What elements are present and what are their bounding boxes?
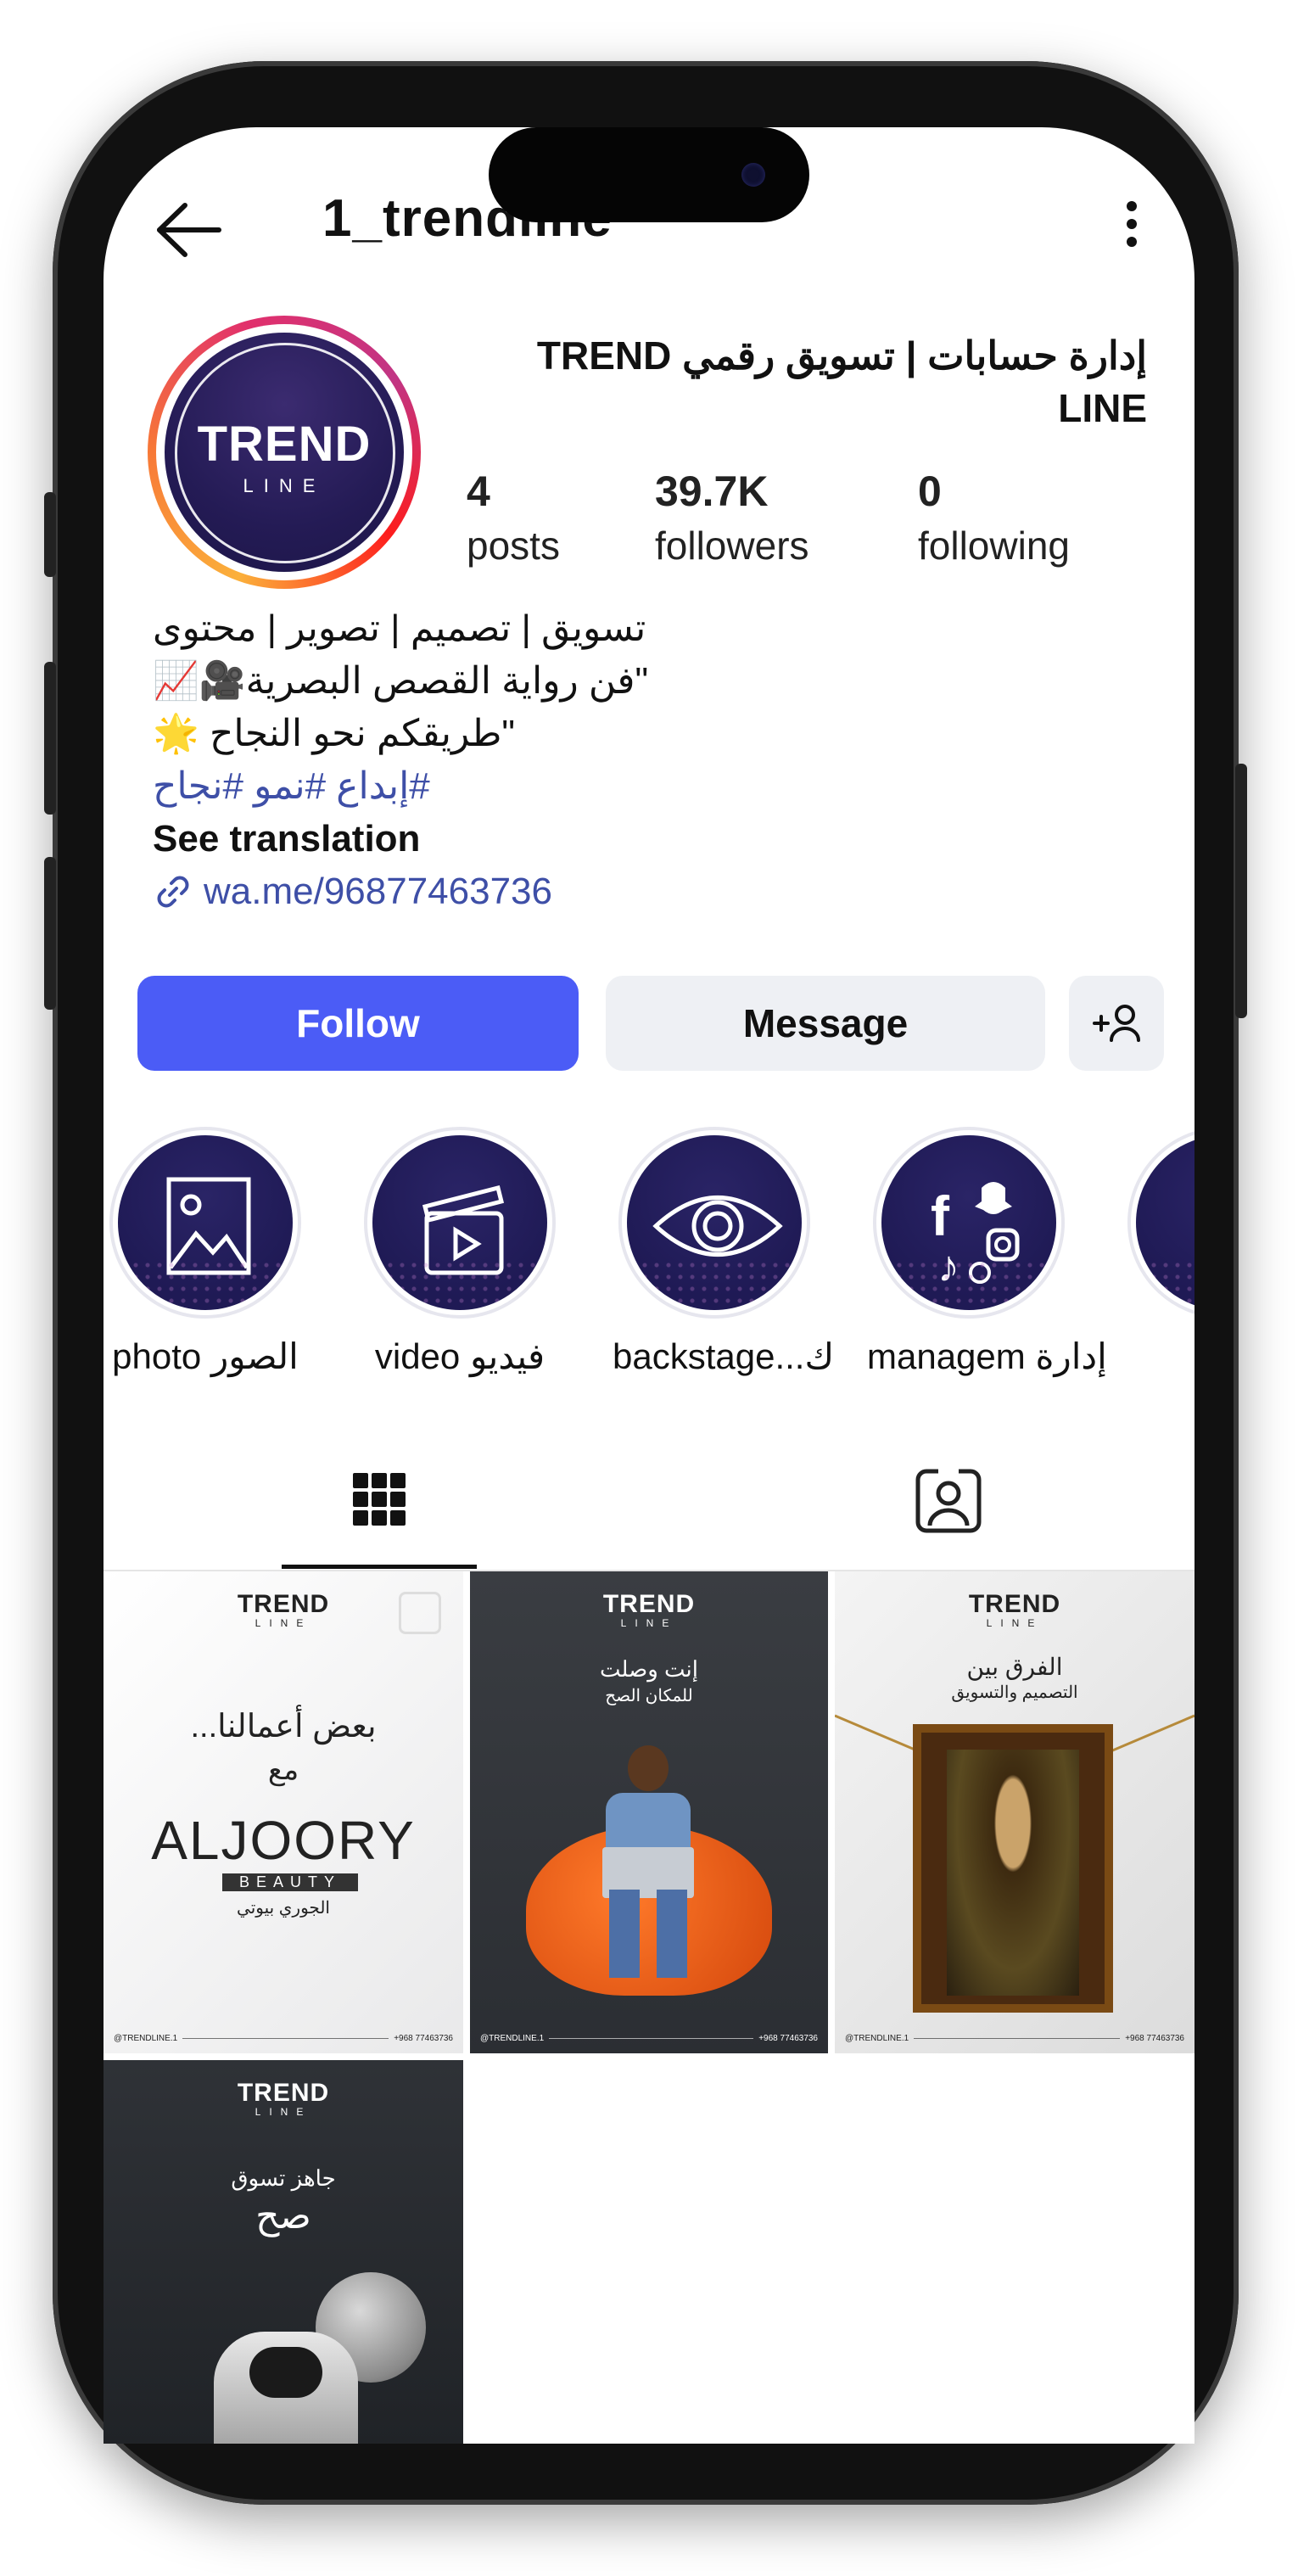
highlight-video[interactable]: video فيديو xyxy=(358,1127,562,1377)
post-footer: @TRENDLINE.1 +968 77463736 xyxy=(114,2034,453,2043)
message-button[interactable]: Message xyxy=(606,976,1045,1071)
side-button-volume-up xyxy=(44,662,56,815)
more-options-icon[interactable] xyxy=(1125,193,1139,261)
highlight-backstage[interactable]: backstage...ك xyxy=(613,1127,835,1377)
highlight-label: video فيديو xyxy=(374,1336,545,1376)
svg-text:f: f xyxy=(931,1184,950,1247)
post-brand: TREND xyxy=(237,2079,330,2107)
add-user-icon xyxy=(1093,1005,1140,1042)
highlight-label: managem إدارة xyxy=(867,1336,1107,1376)
profile-tabs xyxy=(104,1459,1194,1571)
painting-image xyxy=(913,1724,1113,2013)
person-figure xyxy=(597,1745,699,1983)
stat-followers[interactable]: 39.7K followers xyxy=(655,465,809,574)
add-user-button[interactable] xyxy=(1069,976,1164,1071)
highlight-icon xyxy=(1136,1135,1194,1310)
post-text: بعض أعمالنا... xyxy=(190,1709,377,1744)
post-tile[interactable]: TREND LINE إنت وصلت للمكان الصح @TRENDLI… xyxy=(470,1571,828,2053)
post-footer: @TRENDLINE.1 +968 77463736 xyxy=(845,2034,1184,2043)
post-text: صح xyxy=(255,2195,311,2237)
avatar-story-ring[interactable]: TREND LINE xyxy=(148,316,421,589)
highlight-management[interactable]: f ♪ managem إدارة xyxy=(867,1127,1107,1377)
post-footer-left: @TRENDLINE.1 xyxy=(114,2034,178,2043)
stat-posts-label: posts xyxy=(467,524,560,568)
highlight-label: photo الصور xyxy=(112,1336,299,1376)
post-text: مع xyxy=(267,1754,299,1786)
post-logo-sub: BEAUTY xyxy=(222,1873,358,1891)
bio-line: تسويق | تصميم | تصوير | محتوى xyxy=(153,608,646,649)
tab-tagged[interactable] xyxy=(850,1459,1045,1565)
multiple-posts-icon xyxy=(399,1592,441,1634)
eye-icon xyxy=(652,1196,783,1257)
follow-button[interactable]: Follow xyxy=(137,976,579,1071)
tagged-icon xyxy=(915,1469,982,1533)
post-tile[interactable]: TREND LINE الفرق بين التصميم والتسويق @T… xyxy=(835,1571,1194,2053)
post-logo: ALJOORY xyxy=(151,1810,416,1871)
stat-followers-label: followers xyxy=(655,524,809,568)
post-text: إنت وصلت xyxy=(600,1656,698,1682)
app-screen: 1_trendline TREND LINE إدارة حسابات | تس… xyxy=(104,127,1194,2444)
bio-link-text: wa.me/96877463736 xyxy=(204,871,552,912)
post-brand-sub: LINE xyxy=(620,1617,678,1629)
see-translation-link[interactable]: See translation xyxy=(153,813,797,865)
highlight-photo[interactable]: photo الصور xyxy=(104,1127,307,1377)
bio-hashtags[interactable]: #إبداع #نمو #نجاح xyxy=(153,760,797,813)
avatar: TREND LINE xyxy=(165,333,404,572)
side-button-volume-down xyxy=(44,857,56,1010)
side-button-power xyxy=(1235,764,1247,1018)
post-tile[interactable]: TREND LINE بعض أعمالنا... مع ALJOORY BEA… xyxy=(104,1571,463,2053)
post-tile[interactable]: TREND LINE جاهز تسوق صح xyxy=(104,2060,463,2444)
post-footer-right: +968 77463736 xyxy=(758,2034,818,2043)
social-apps-icon: f ♪ xyxy=(931,1182,1020,1291)
stat-posts[interactable]: 4 posts xyxy=(467,465,560,574)
bio-line: "طريقكم نحو النجاح 🌟 xyxy=(153,713,515,754)
astronaut-image xyxy=(214,2332,358,2444)
post-text: جاهز تسوق xyxy=(231,2165,336,2191)
post-footer-left: @TRENDLINE.1 xyxy=(845,2034,909,2043)
stat-following-value: 0 xyxy=(918,468,942,515)
stat-posts-value: 4 xyxy=(467,468,490,515)
post-brand-sub: LINE xyxy=(986,1617,1043,1629)
bio-line: "فن رواية القصص البصرية🎥📈 xyxy=(153,660,649,702)
image-icon xyxy=(166,1177,251,1275)
stat-followers-value: 39.7K xyxy=(655,468,769,515)
camera-icon xyxy=(741,163,765,187)
grid-icon xyxy=(353,1473,406,1526)
bio-link[interactable]: wa.me/96877463736 xyxy=(153,865,797,918)
avatar-brand-text: TREND xyxy=(197,417,372,472)
highlight-partial[interactable] xyxy=(1122,1127,1194,1319)
svg-text:♪: ♪ xyxy=(937,1242,960,1291)
avatar-brand-subtext: LINE xyxy=(243,475,326,496)
stat-following[interactable]: 0 following xyxy=(918,465,1070,574)
stat-following-label: following xyxy=(918,524,1070,568)
post-logo-arabic: الجوري بيوتي xyxy=(237,1899,330,1918)
highlight-label: backstage...ك xyxy=(613,1336,835,1376)
post-text: للمكان الصح xyxy=(605,1687,693,1705)
post-footer-left: @TRENDLINE.1 xyxy=(480,2034,545,2043)
post-brand: TREND xyxy=(968,1590,1061,1618)
profile-name: إدارة حسابات | تسويق رقمي TREND LINE xyxy=(536,333,1147,430)
post-brand-sub: LINE xyxy=(255,2106,312,2118)
side-button-silent xyxy=(44,492,56,577)
post-footer-right: +968 77463736 xyxy=(394,2034,453,2043)
bio: تسويق | تصميم | تصوير | محتوى "فن رواية … xyxy=(153,602,797,918)
link-icon xyxy=(157,876,189,908)
tab-grid[interactable] xyxy=(282,1459,477,1569)
clapperboard-icon xyxy=(422,1184,505,1275)
post-brand: TREND xyxy=(602,1590,696,1618)
dynamic-island xyxy=(489,127,809,222)
post-footer-right: +968 77463736 xyxy=(1125,2034,1184,2043)
back-arrow-icon[interactable] xyxy=(154,200,222,260)
post-footer: @TRENDLINE.1 +968 77463736 xyxy=(480,2034,818,2043)
